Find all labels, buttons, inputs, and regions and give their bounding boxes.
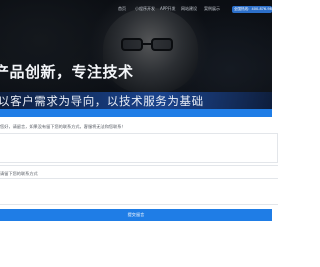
message-textarea[interactable] xyxy=(0,133,278,163)
accent-bar xyxy=(0,109,272,117)
nav-item-website[interactable]: 网站建设 xyxy=(181,5,197,13)
hotline-badge[interactable]: 全国热线：400-876-9815 xyxy=(232,6,272,13)
hero-glasses-right xyxy=(151,38,173,51)
top-nav: 首页 小程序开发 APP开发 网站建设 案例展示 全国热线：400-876-98… xyxy=(0,5,272,13)
hero-subline: 以客户需求为导向，以技术服务为基础 xyxy=(0,94,204,108)
nav-item-cases[interactable]: 案例展示 xyxy=(204,5,220,13)
hero-glasses-bridge xyxy=(143,43,151,45)
nav-item-home[interactable]: 首页 xyxy=(118,5,126,13)
hero-headline: 产品创新，专注技术 xyxy=(0,63,134,81)
contact-label: 请留下您的联系方式 xyxy=(0,171,38,176)
nav-item-miniprogram[interactable]: 小程序开发 xyxy=(135,5,155,13)
hero-glasses-left xyxy=(121,38,143,51)
message-form: 您好，请留言，如果没有留下您的联系方式，客服将无法和您联系！ 请留下您的联系方式… xyxy=(0,117,278,267)
contact-row xyxy=(0,165,278,179)
submit-button[interactable]: 提交留言 xyxy=(0,209,272,221)
nav-item-app[interactable]: APP开发 xyxy=(160,5,176,13)
form-hint-text: 您好，请留言，如果没有留下您的联系方式，客服将无法和您联系！ xyxy=(0,124,126,129)
hero-banner: 首页 小程序开发 APP开发 网站建设 案例展示 全国热线：400-876-98… xyxy=(0,0,272,113)
contact-input[interactable] xyxy=(0,181,278,205)
